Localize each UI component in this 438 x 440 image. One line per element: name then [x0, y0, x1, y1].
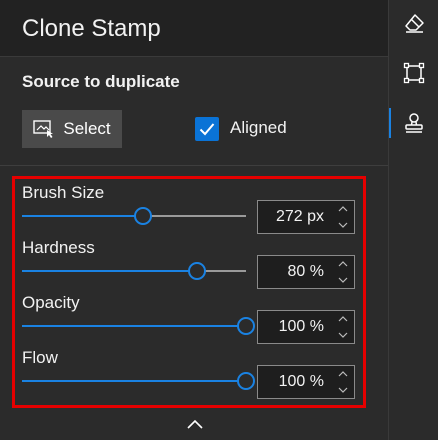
hardness-slider-thumb[interactable] — [187, 262, 206, 280]
opacity-input[interactable]: 100 % — [257, 310, 355, 344]
hardness-slider[interactable] — [22, 262, 246, 280]
opacity-label: Opacity — [22, 293, 80, 312]
hardness-slider-fill — [22, 270, 197, 272]
opacity-value: 100 % — [278, 318, 324, 335]
brush-size-input[interactable]: 272 px — [257, 200, 355, 234]
decrease-icon[interactable] — [336, 384, 350, 396]
aligned-label[interactable]: Aligned — [230, 118, 287, 138]
selection-icon[interactable] — [401, 60, 427, 86]
clone-stamp-panel: Clone Stamp Source to duplicate Select A… — [0, 0, 388, 440]
brush-size-slider-thumb[interactable] — [133, 207, 152, 225]
active-tool-indicator — [389, 108, 391, 138]
collapse-chevron-icon[interactable] — [185, 417, 205, 431]
increase-icon[interactable] — [336, 258, 350, 270]
select-source-icon — [33, 120, 54, 138]
section-title: Source to duplicate — [22, 72, 180, 91]
tool-sidebar — [388, 0, 438, 440]
select-source-button[interactable]: Select — [22, 110, 122, 148]
increase-icon[interactable] — [336, 368, 350, 380]
brush-size-slider[interactable] — [22, 207, 246, 225]
select-button-label: Select — [63, 119, 111, 138]
flow-slider[interactable] — [22, 372, 255, 390]
aligned-checkbox[interactable] — [195, 117, 219, 141]
flow-value: 100 % — [278, 373, 324, 390]
opacity-slider[interactable] — [22, 317, 255, 335]
eraser-icon[interactable] — [401, 10, 427, 36]
hardness-value: 80 % — [287, 263, 324, 280]
panel-title: Clone Stamp — [22, 15, 161, 42]
decrease-icon[interactable] — [336, 219, 350, 231]
decrease-icon[interactable] — [336, 329, 350, 341]
flow-label: Flow — [22, 348, 58, 367]
decrease-icon[interactable] — [336, 274, 350, 286]
checkmark-icon — [199, 123, 215, 136]
opacity-slider-thumb[interactable] — [237, 317, 255, 335]
opacity-slider-fill — [22, 325, 246, 327]
increase-icon[interactable] — [336, 203, 350, 215]
clone-stamp-icon[interactable] — [401, 110, 427, 136]
brush-size-label: Brush Size — [22, 183, 105, 202]
increase-icon[interactable] — [336, 313, 350, 325]
panel-header: Clone Stamp — [0, 0, 388, 57]
flow-slider-thumb[interactable] — [237, 372, 255, 390]
brush-size-value: 272 px — [275, 208, 324, 225]
flow-input[interactable]: 100 % — [257, 365, 355, 399]
hardness-label: Hardness — [22, 238, 95, 257]
flow-slider-fill — [22, 380, 246, 382]
divider — [0, 165, 388, 166]
brush-size-slider-fill — [22, 215, 143, 217]
hardness-input[interactable]: 80 % — [257, 255, 355, 289]
